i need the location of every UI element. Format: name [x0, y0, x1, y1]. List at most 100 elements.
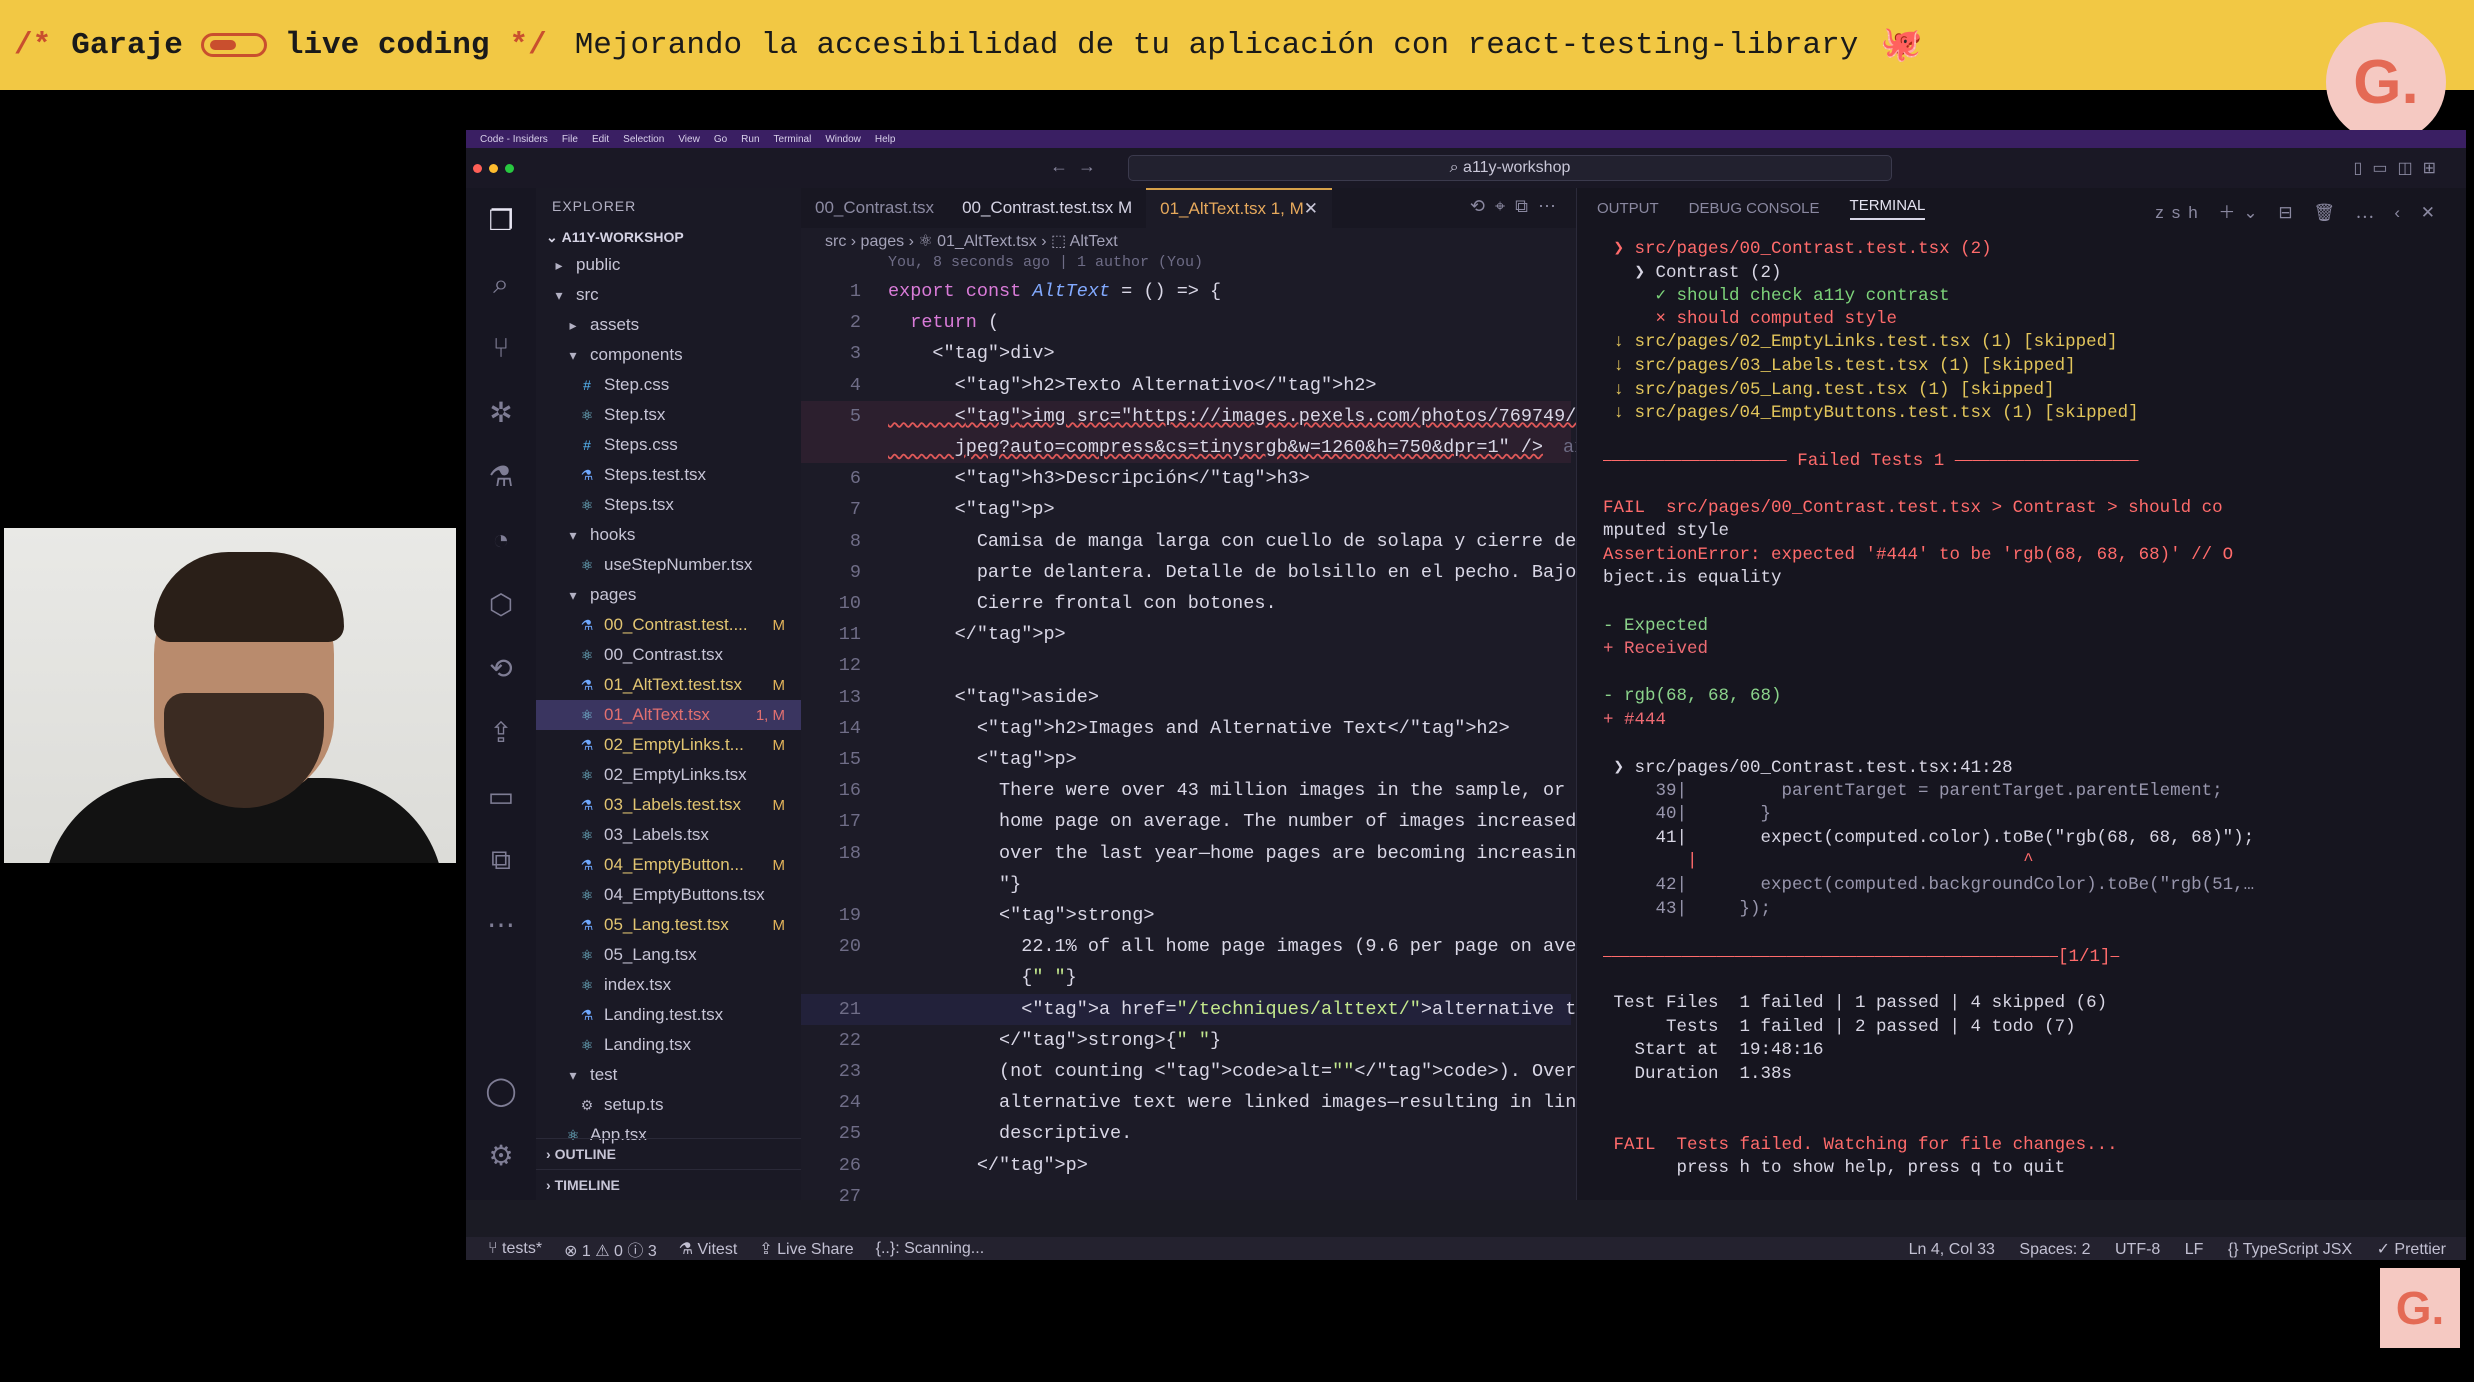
cursor-position[interactable]: Ln 4, Col 33 — [1909, 1241, 1995, 1258]
tree-item[interactable]: ⚛ Landing.tsx — [536, 1030, 801, 1060]
line-number: 20 — [838, 936, 861, 958]
tree-item[interactable]: ⚗ 03_Labels.test.tsx M — [536, 790, 801, 820]
tree-item[interactable]: ⚛ 00_Contrast.tsx — [536, 640, 801, 670]
tab-label: 00_Contrast.tsx — [815, 198, 935, 217]
tree-item[interactable]: ▾ pages — [536, 580, 801, 610]
end-of-line[interactable]: LF — [2185, 1241, 2204, 1258]
panel-tab[interactable]: DEBUG CONSOLE — [1689, 200, 1820, 217]
tree-item[interactable]: # Step.css — [536, 370, 801, 400]
menu-0[interactable]: Code - Insiders — [480, 134, 548, 145]
terminal-output[interactable]: ❯ src/pages/00_Contrast.test.tsx (2) ❯ C… — [1603, 238, 2254, 1182]
menu-1[interactable]: File — [562, 134, 578, 145]
settings-sync-icon[interactable]: ⟲ — [466, 636, 536, 700]
minimize-window-button[interactable] — [489, 163, 498, 173]
menu-9[interactable]: Help — [875, 134, 896, 145]
command-center-search[interactable]: ⌕ a11y-workshop — [1128, 155, 1892, 181]
testing-icon[interactable]: ⚗ — [466, 444, 536, 508]
editor-tab[interactable]: 00_Contrast.test.tsx M — [948, 188, 1146, 228]
tree-item[interactable]: ⚗ 04_EmptyButton... M — [536, 850, 801, 880]
tree-item[interactable]: ⚗ 02_EmptyLinks.t... M — [536, 730, 801, 760]
code-text: jpeg?auto=compress&cs=tinysrgb&w=1260&h=… — [888, 437, 1544, 459]
source-control-icon[interactable]: ⑂ — [466, 316, 536, 380]
tree-item[interactable]: ⚛ useStepNumber.tsx — [536, 550, 801, 580]
close-window-button[interactable] — [473, 163, 482, 173]
tree-item[interactable]: ▸ public — [536, 250, 801, 280]
tree-item[interactable]: ▾ test — [536, 1060, 801, 1090]
problems-status[interactable]: ⊗ 1 ⚠ 0 ⓘ 3 — [564, 1237, 657, 1261]
editor-tab[interactable]: 01_AltText.tsx 1, M ✕ — [1146, 188, 1333, 228]
branch-status[interactable]: ⑂ tests* — [488, 1240, 542, 1258]
remote-icon[interactable]: ◔ — [466, 508, 536, 572]
menu-8[interactable]: Window — [825, 134, 861, 145]
file-label: 02_EmptyLinks.t... — [604, 735, 744, 754]
tree-item[interactable]: ⚛ 05_Lang.tsx — [536, 940, 801, 970]
tree-item[interactable]: ⚗ 00_Contrast.test.... M — [536, 610, 801, 640]
tree-item[interactable]: ⚛ index.tsx — [536, 970, 801, 1000]
garaje-logo-small: G. — [2380, 1268, 2460, 1348]
tree-item[interactable]: ⚗ Steps.test.tsx — [536, 460, 801, 490]
encoding[interactable]: UTF-8 — [2115, 1241, 2160, 1258]
search-icon[interactable]: ⌕ — [466, 252, 536, 316]
project-root[interactable]: ⌄ A11Y-WORKSHOP — [536, 224, 801, 250]
layout-icons[interactable]: ▯▭◫⊞ — [2354, 158, 2446, 178]
line-number: 26 — [838, 1154, 861, 1176]
tree-item[interactable]: ▾ src — [536, 280, 801, 310]
tree-item[interactable]: ▸ assets — [536, 310, 801, 340]
editor-actions-icons[interactable]: ⟲⌖⧉⋯ — [1470, 196, 1566, 217]
outline-toggle[interactable]: › OUTLINE — [536, 1138, 801, 1169]
maximize-window-button[interactable] — [505, 163, 514, 173]
tree-item[interactable]: ⚗ 01_AltText.test.tsx M — [536, 670, 801, 700]
explorer-icon[interactable]: ❐ — [466, 188, 536, 252]
code-line: 27 — [801, 1181, 1571, 1212]
panel-tab[interactable]: OUTPUT — [1597, 200, 1659, 217]
tree-item[interactable]: ⚗ Landing.test.tsx — [536, 1000, 801, 1030]
containers-icon[interactable]: ⧉ — [466, 828, 536, 892]
close-icon[interactable]: ✕ — [1304, 199, 1318, 219]
menu-6[interactable]: Run — [741, 134, 759, 145]
nav-arrows-icon[interactable]: ← → — [1050, 156, 1096, 177]
banner-title: Mejorando la accesibilidad de tu aplicac… — [574, 27, 1859, 63]
file-icon: ⚗ — [580, 856, 594, 873]
panel-actions[interactable]: zsh ＋⌄ ⊟ 🗑 ⋯ ‹ ✕ — [2155, 198, 2443, 223]
live-share-status[interactable]: ⇪ Live Share — [759, 1239, 853, 1259]
vitest-status[interactable]: ⚗ Vitest — [679, 1239, 738, 1259]
tree-item[interactable]: ⚛ 04_EmptyButtons.tsx — [536, 880, 801, 910]
debug-icon[interactable]: ✲ — [466, 380, 536, 444]
timeline-toggle[interactable]: › TIMELINE — [536, 1169, 801, 1200]
line-number: 22 — [838, 1029, 861, 1051]
menu-3[interactable]: Selection — [623, 134, 664, 145]
menu-5[interactable]: Go — [714, 134, 727, 145]
extensions-icon[interactable]: ⬡ — [466, 572, 536, 636]
file-label: Landing.test.tsx — [604, 1005, 724, 1024]
more-icon[interactable]: ⋯ — [466, 892, 536, 956]
tree-item[interactable]: ▾ components — [536, 340, 801, 370]
tree-item[interactable]: ⚙ setup.ts — [536, 1090, 801, 1120]
language-mode[interactable]: {} TypeScript JSX — [2228, 1241, 2352, 1258]
live-share-icon[interactable]: ⇪ — [466, 700, 536, 764]
account-icon[interactable]: ◯ — [466, 1058, 536, 1122]
code-text: return ( — [910, 312, 1000, 334]
code-line: 26 </"tag">p> — [801, 1150, 1571, 1181]
gear-icon[interactable]: ⚙ — [466, 1123, 536, 1187]
tree-item[interactable]: ⚛ Steps.tsx — [536, 490, 801, 520]
editor-tab[interactable]: 00_Contrast.tsx — [801, 188, 948, 228]
tree-item[interactable]: # Steps.css — [536, 430, 801, 460]
tree-item[interactable]: ⚛ Step.tsx — [536, 400, 801, 430]
file-icon: ⚛ — [580, 976, 594, 993]
terminal-line: - rgb(68, 68, 68) — [1603, 686, 1782, 707]
tree-item[interactable]: ⚗ 05_Lang.test.tsx M — [536, 910, 801, 940]
breadcrumb[interactable]: src › pages › ⚛ 01_AltText.tsx › ⬚ AltTe… — [801, 228, 1576, 254]
folder-icon[interactable]: ▭ — [466, 764, 536, 828]
menu-2[interactable]: Edit — [592, 134, 609, 145]
panel-tab[interactable]: TERMINAL — [1849, 197, 1926, 220]
prettier-status[interactable]: ✓ Prettier — [2377, 1241, 2446, 1258]
code-line: 8 Camisa de manga larga con cuello de so… — [801, 526, 1732, 557]
tree-item[interactable]: ⚛ 03_Labels.tsx — [536, 820, 801, 850]
terminal-shell[interactable]: zsh — [2155, 203, 2205, 222]
menu-4[interactable]: View — [678, 134, 700, 145]
tree-item[interactable]: ⚛ 02_EmptyLinks.tsx — [536, 760, 801, 790]
tree-item[interactable]: ▾ hooks — [536, 520, 801, 550]
indentation[interactable]: Spaces: 2 — [2019, 1241, 2090, 1258]
menu-7[interactable]: Terminal — [774, 134, 812, 145]
tree-item[interactable]: ⚛ 01_AltText.tsx 1, M — [536, 700, 801, 730]
